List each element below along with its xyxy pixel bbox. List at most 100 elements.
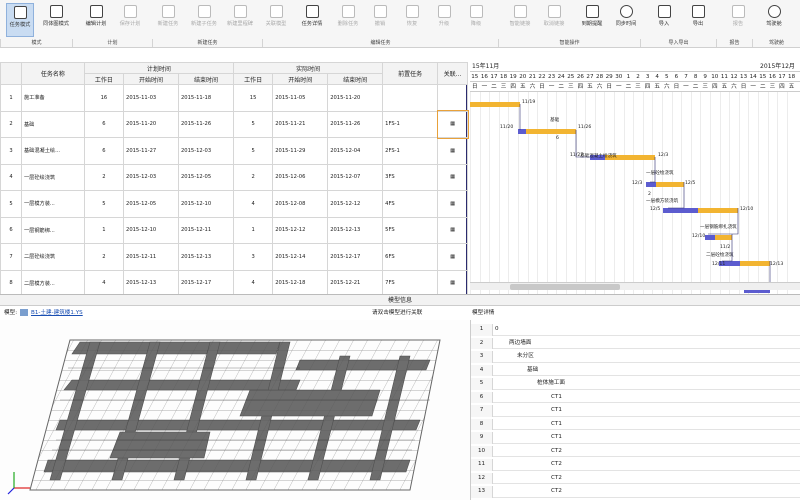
model-detail-row[interactable]: 12 CT2	[471, 472, 800, 484]
model-detail-row[interactable]: 11 CT2	[471, 459, 800, 471]
network-mode-button[interactable]: 同体图模式	[42, 3, 70, 37]
new-milestone-icon	[233, 5, 247, 18]
upgrade-button[interactable]: 升级	[430, 3, 458, 37]
table-row[interactable]: 4 一层砼绘浇筑 2 2015-12-03 2015-12-05 2 2015-12-06 2…	[0, 163, 468, 191]
ribbon-group-label: 驾驶舱	[752, 39, 800, 47]
save-plan-button[interactable]: 保存计划	[116, 3, 144, 37]
cell-ps: 2015-11-27	[123, 137, 179, 165]
cell-id: 4	[0, 163, 22, 191]
table-row[interactable]: 5 一层模方装... 5 2015-12-05 2015-12-10 4 2015-12-0…	[0, 190, 468, 218]
scrollbar-thumb[interactable]	[510, 284, 620, 290]
smart-link-icon	[513, 5, 527, 18]
gantt-horizontal-scrollbar[interactable]	[470, 282, 800, 290]
row-value: CT2	[551, 447, 562, 454]
sync-time-button[interactable]: 同步时间	[612, 3, 640, 37]
cockpit-button[interactable]: 驾驶舱	[760, 3, 788, 37]
col-actual-start[interactable]: 开始时间	[272, 73, 329, 85]
cell-link[interactable]: ▦	[436, 110, 469, 139]
cell-link[interactable]	[437, 84, 468, 112]
cell-ae: 2015-12-07	[327, 163, 384, 191]
cockpit-icon	[767, 5, 781, 18]
table-row[interactable]: 2 基础 6 2015-11-20 2015-11-26 5 2015-11-21 2015-…	[0, 110, 469, 139]
cell-ae: 2015-12-12	[327, 190, 384, 218]
link-model-icon	[269, 5, 283, 18]
model-link[interactable]: B1-土建-建筑楼1.YS	[31, 307, 83, 319]
col-actual-end[interactable]: 结束时间	[327, 73, 384, 85]
table-row[interactable]: 3 基础混凝土绘... 6 2015-11-27 2015-12-03 5 2015-11-…	[0, 137, 468, 165]
cell-ps: 2015-11-03	[123, 84, 179, 112]
new-task-button[interactable]: 新建任务	[154, 3, 182, 37]
cell-name: 一层钢筋绑...	[20, 216, 85, 244]
table-row[interactable]: 8 二层模方装... 4 2015-12-13 2015-12-17 4 2015-12-1…	[0, 269, 468, 297]
col-plan-workdays[interactable]: 工作日	[83, 73, 125, 85]
cell-link[interactable]: ▦	[437, 216, 468, 244]
ribbon-button-label: 智能链接	[509, 21, 531, 27]
report-button[interactable]: 报告	[724, 3, 752, 37]
model-3d-viewport[interactable]	[0, 320, 470, 500]
import-button[interactable]: 导入	[650, 3, 678, 37]
edit-plan-button[interactable]: 编辑计划	[82, 3, 110, 37]
cell-link[interactable]: ▦	[437, 163, 468, 191]
undo-button[interactable]: 撤销	[366, 3, 394, 37]
ribbon-button-label: 删除任务	[337, 21, 359, 27]
col-predecessor[interactable]: 前置任务	[382, 62, 439, 85]
model-detail-row[interactable]: 5 桩体施工面	[471, 378, 800, 390]
smart-link-button[interactable]: 智能链接	[506, 3, 534, 37]
redo-button[interactable]: 恢复	[398, 3, 426, 37]
row-number: 10	[471, 445, 493, 457]
cell-ad: 5	[232, 137, 274, 165]
cell-pd: 1	[83, 216, 125, 244]
ribbon-button-label: 升级	[438, 21, 450, 27]
downgrade-button[interactable]: 降级	[462, 3, 490, 37]
model-detail-row[interactable]: 3 未分区	[471, 351, 800, 363]
new-milestone-button[interactable]: 新建里程碑	[226, 3, 254, 37]
table-row[interactable]: 6 一层钢筋绑... 1 2015-12-10 2015-12-11 1 2015-12-1…	[0, 216, 468, 244]
col-actual-workdays[interactable]: 工作日	[232, 73, 274, 85]
new-subtask-button[interactable]: 新建子任务	[190, 3, 218, 37]
row-number: 1	[471, 324, 493, 336]
cell-link[interactable]: ▦	[437, 137, 468, 165]
cell-pred: 6FS	[382, 243, 439, 271]
cell-pred: 1FS-1	[382, 110, 439, 138]
col-index	[0, 62, 22, 85]
table-row[interactable]: 7 二层砼绘浇筑 2 2015-12-11 2015-12-13 3 2015-12-14 2…	[0, 243, 468, 271]
cell-link[interactable]: ▦	[437, 269, 468, 297]
cell-pe: 2015-12-10	[178, 190, 234, 218]
col-plan-start[interactable]: 开始时间	[123, 73, 179, 85]
cell-link[interactable]: ▦	[437, 243, 468, 271]
model-detail-row[interactable]: 10 CT2	[471, 445, 800, 457]
table-row[interactable]: 1 施工准备 16 2015-11-03 2015-11-18 15 2015-11-05 2…	[0, 84, 468, 112]
reminder-button[interactable]: 到期提醒	[578, 3, 606, 37]
model-detail-row[interactable]: 9 CT1	[471, 432, 800, 444]
ribbon-button-label: 恢复	[406, 21, 418, 27]
delete-task-button[interactable]: 删除任务	[334, 3, 362, 37]
model-detail-row[interactable]: 4 基础	[471, 364, 800, 376]
col-task-name[interactable]: 任务名称	[20, 62, 85, 85]
ribbon-group-label: 智能操作	[498, 39, 640, 47]
cell-pred: 5FS	[382, 216, 439, 244]
link-model-button[interactable]: 关联模型	[262, 3, 290, 37]
row-number: 3	[471, 351, 493, 363]
model-detail-row[interactable]: 8 CT1	[471, 418, 800, 430]
export-button[interactable]: 导出	[684, 3, 712, 37]
model-detail-row[interactable]: 6 CT1	[471, 391, 800, 403]
col-plan-end[interactable]: 结束时间	[178, 73, 234, 85]
ribbon-button-label: 任务模式	[9, 22, 31, 28]
model-detail-row[interactable]: 13 CT2	[471, 486, 800, 498]
redo-icon	[405, 5, 419, 18]
cell-link[interactable]: ▦	[437, 190, 468, 218]
col-link[interactable]: 关联...	[437, 62, 468, 85]
model-detail-row[interactable]: 7 CT1	[471, 405, 800, 417]
row-number: 6	[471, 391, 493, 403]
unlink-button[interactable]: 取消链接	[540, 3, 568, 37]
model-detail-row[interactable]: 2 两边墙面	[471, 337, 800, 349]
task-mode-button[interactable]: 任务模式	[6, 3, 34, 37]
col-actual-time: 实际时间	[232, 62, 384, 74]
cell-ae: 2015-12-17	[327, 243, 384, 271]
import-icon	[657, 5, 671, 18]
model-detail-row[interactable]: 10	[471, 324, 800, 336]
task-detail-button[interactable]: 任务详情	[298, 3, 326, 37]
row-value: CT2	[551, 474, 562, 481]
cell-ae: 2015-11-20	[327, 84, 384, 112]
row-number: 2	[471, 337, 493, 349]
